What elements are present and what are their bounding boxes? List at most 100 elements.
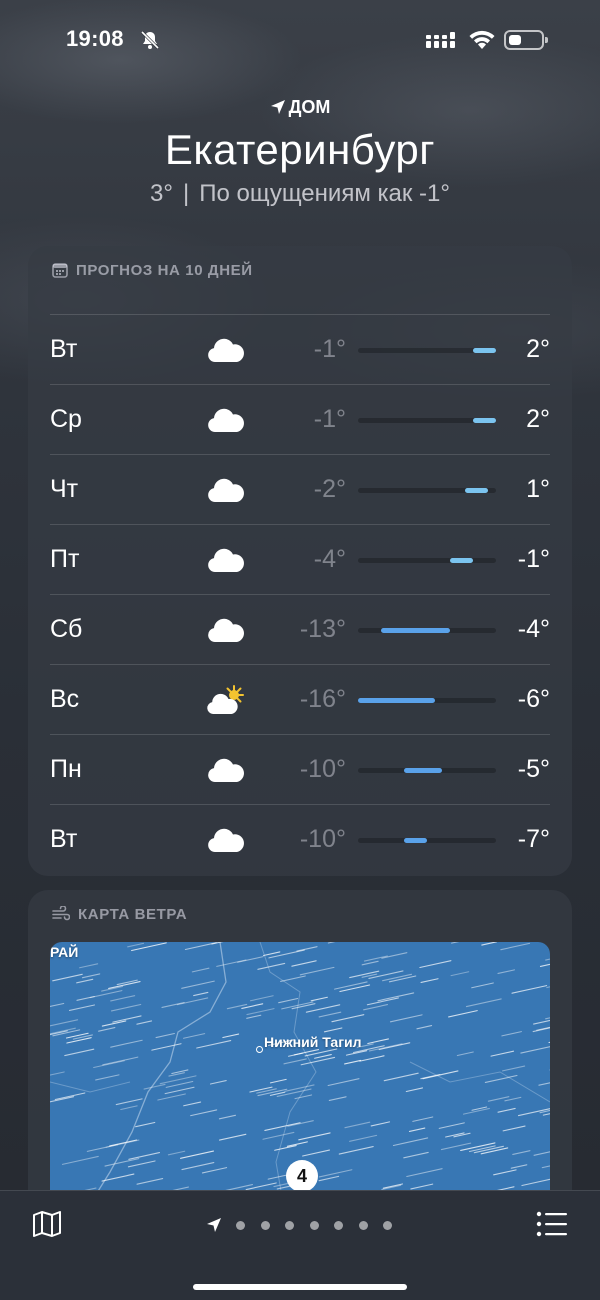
wind-streak: [377, 992, 415, 1002]
wind-streak: [510, 1164, 528, 1169]
bell-slash-icon: [140, 30, 160, 55]
wind-streak: [367, 1038, 389, 1045]
wind-streak: [323, 1027, 343, 1033]
forecast-max-temp: -4°: [517, 615, 550, 643]
wind-streak: [493, 1169, 517, 1176]
wind-streak: [497, 969, 515, 975]
page-dot[interactable]: [309, 1221, 319, 1230]
forecast-row[interactable]: Пт -4° -1°: [50, 524, 550, 594]
wind-streak: [89, 990, 123, 999]
status-time: 19:08: [66, 26, 124, 51]
wind-streak: [76, 995, 95, 1001]
forecast-row[interactable]: Вт -10° -7°: [50, 804, 550, 874]
temp-range-bar: [450, 558, 473, 563]
wind-streak: [318, 1011, 342, 1018]
wind-streak: [50, 1002, 65, 1008]
wind-streak: [541, 1165, 550, 1169]
wind-streak: [246, 1008, 275, 1016]
forecast-max-temp: -1°: [517, 545, 550, 573]
wind-streak: [155, 1032, 175, 1039]
forecast-row[interactable]: Ср -1° 2°: [50, 384, 550, 454]
wind-streak: [438, 1122, 465, 1129]
wind-streak: [268, 949, 305, 959]
bottom-toolbar: [0, 1190, 600, 1300]
cellular-signal-icon: [426, 32, 458, 53]
wind-streak: [511, 985, 548, 994]
forecast-max-temp: -7°: [517, 825, 550, 853]
wind-streak: [165, 1080, 194, 1088]
wind-streak: [349, 1134, 378, 1142]
page-dot[interactable]: [285, 1221, 294, 1230]
wind-streak: [222, 1033, 240, 1039]
wind-streak: [327, 1078, 360, 1087]
forecast-row[interactable]: Вт -1° 2°: [50, 314, 550, 384]
wind-map-header: КАРТА ВЕТРА: [52, 905, 187, 923]
wifi-icon: [468, 29, 496, 56]
wind-streak: [274, 1145, 297, 1151]
wind-streak: [104, 1158, 140, 1167]
page-dot[interactable]: [383, 1221, 392, 1230]
wind-streak: [68, 1004, 95, 1012]
wind-streak: [546, 986, 550, 989]
wind-streak: [216, 959, 247, 967]
wind-streak: [299, 966, 335, 976]
cloud-icon: [206, 825, 246, 857]
page-dot[interactable]: [358, 1221, 368, 1230]
page-dot[interactable]: [334, 1221, 343, 1230]
wind-streak: [110, 1003, 142, 1012]
map-city-label: Нижний Тагил: [264, 1034, 362, 1050]
temp-range-track: [358, 558, 496, 563]
forecast-day: Вт: [50, 825, 78, 853]
forecast-card[interactable]: ПРОГНОЗ НА 10 ДНЕЙ Вт -1° 2° Ср -1° 2° Чт -2° 1°…: [28, 246, 572, 876]
forecast-min-temp: -1°: [313, 405, 346, 433]
temp-range-track: [358, 768, 496, 773]
page-dot[interactable]: [260, 1221, 270, 1230]
wind-icon: [52, 905, 78, 923]
wind-streak: [520, 1046, 550, 1054]
forecast-max-temp: -5°: [517, 755, 550, 783]
forecast-day: Пт: [50, 545, 80, 573]
wind-streak: [286, 1141, 308, 1147]
forecast-min-temp: -10°: [299, 755, 346, 783]
page-dot[interactable]: [236, 1221, 245, 1230]
wind-streak: [65, 1032, 89, 1039]
wind-streak: [471, 982, 494, 989]
wind-streak: [370, 1121, 391, 1127]
list-icon[interactable]: [536, 1211, 568, 1242]
location-arrow-icon: [270, 97, 289, 117]
wind-streak: [50, 1071, 65, 1076]
wind-streak: [344, 1121, 371, 1129]
wind-streak: [164, 1086, 195, 1095]
map-icon[interactable]: [32, 1209, 62, 1244]
wind-streak: [363, 1004, 388, 1011]
wind-streak: [257, 962, 286, 970]
temp-range-bar: [465, 488, 489, 493]
wind-streak: [361, 960, 379, 966]
wind-streak: [366, 997, 399, 1006]
temp-range-track: [358, 348, 496, 353]
wind-streak: [420, 978, 439, 984]
wind-streak: [456, 1051, 474, 1057]
city-name: Екатеринбург: [164, 126, 436, 173]
wind-speed-badge[interactable]: 4: [286, 1160, 318, 1192]
wind-streak: [406, 1168, 443, 1178]
wind-streak: [193, 991, 209, 997]
forecast-day: Пн: [50, 755, 82, 783]
forecast-row[interactable]: Сб -13° -4°: [50, 594, 550, 664]
location-label: ДОМ: [288, 97, 331, 117]
wind-streak: [410, 1183, 434, 1190]
wind-streak: [110, 995, 136, 1002]
wind-streak: [545, 1017, 550, 1020]
wind-streak: [151, 1043, 182, 1051]
forecast-row[interactable]: Пн -10° -5°: [50, 734, 550, 804]
wind-streak: [500, 942, 531, 951]
wind-streak: [66, 1037, 92, 1044]
city-marker[interactable]: [256, 1046, 263, 1053]
wind-streak: [168, 1072, 185, 1077]
forecast-row[interactable]: Чт -2° 1°: [50, 454, 550, 524]
wind-streak: [98, 1027, 116, 1032]
forecast-title: ПРОГНОЗ НА 10 ДНЕЙ: [76, 262, 253, 279]
wind-streak: [363, 955, 388, 962]
wind-streak: [201, 1167, 228, 1174]
forecast-row[interactable]: Вс -16° -6°: [50, 664, 550, 734]
